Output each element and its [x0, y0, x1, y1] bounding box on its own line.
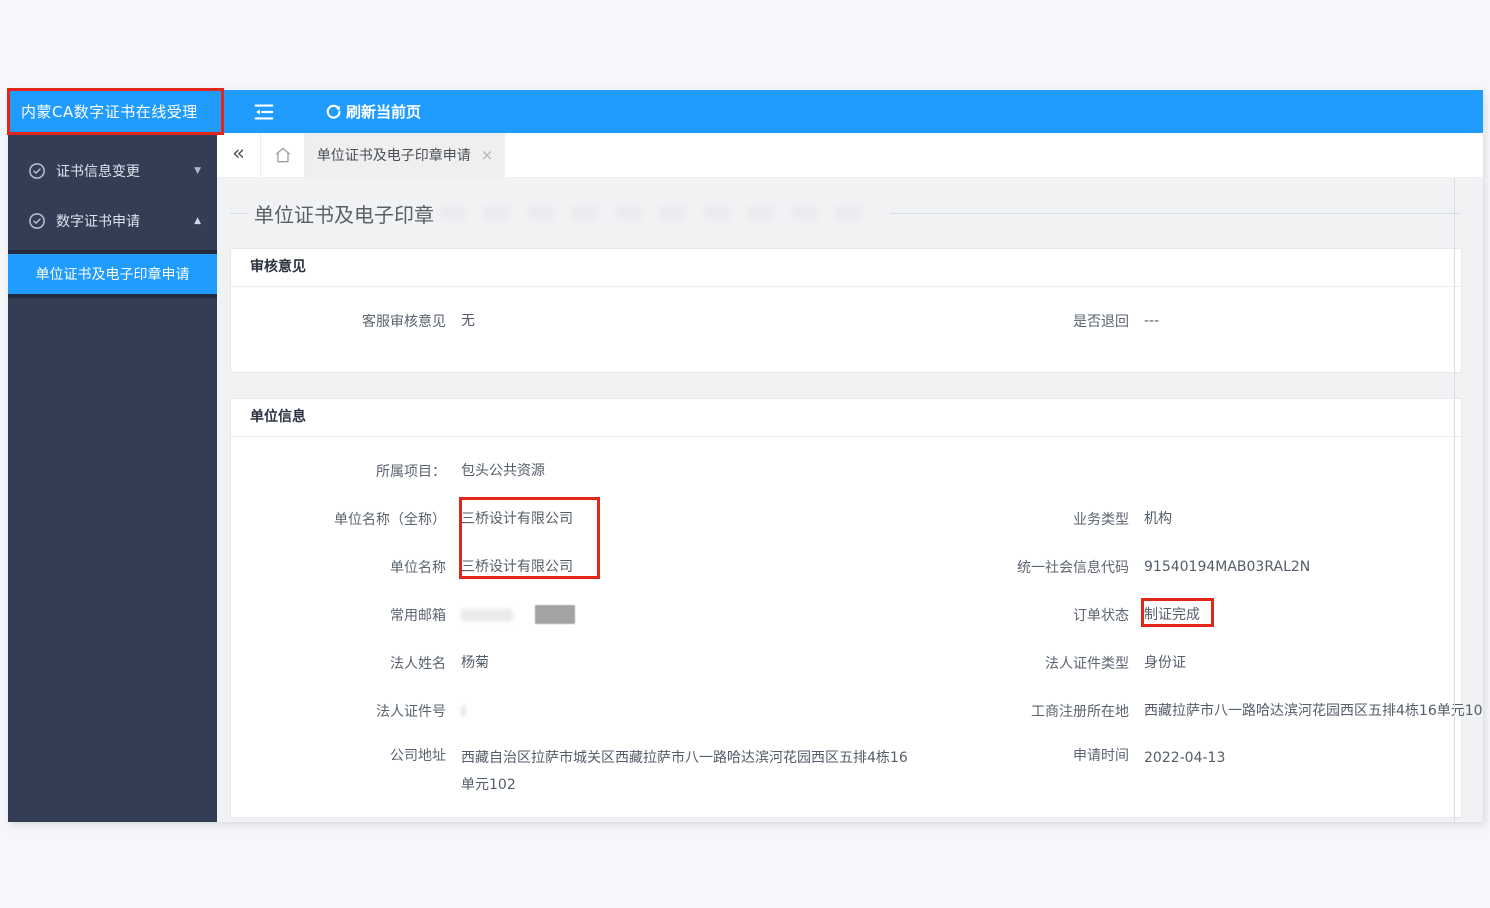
field-row: 单位名称（全称） 三桥设计有限公司 业务类型 机构	[231, 495, 1461, 543]
chevron-down-icon: ▼	[194, 166, 201, 176]
field-row: 公司地址 西藏自治区拉萨市城关区西藏拉萨市八一路哈达滨河花园西区五排4栋16单元…	[231, 735, 1461, 799]
divider-dash	[230, 212, 247, 214]
tabs-back-button[interactable]: «	[217, 133, 261, 177]
sidebar-collapse-icon[interactable]	[253, 101, 275, 123]
tab-label: 单位证书及电子印章申请	[316, 148, 471, 164]
field-label-company-address: 公司地址	[390, 748, 446, 764]
field-value-apply-time: 2022-04-13	[1144, 750, 1226, 766]
card-title: 审核意见	[231, 249, 1461, 287]
home-icon	[275, 147, 290, 163]
field-value-service-opinion: 无	[461, 312, 475, 329]
app-title-text: 内蒙CA数字证书在线受理	[21, 103, 198, 121]
field-value-business-type: 机构	[1144, 510, 1172, 527]
field-label-apply-time: 申请时间	[1073, 748, 1129, 764]
badge-check-icon	[29, 163, 45, 179]
sidebar-submenu: 单位证书及电子印章申请	[8, 250, 217, 298]
field-label-returned: 是否退回	[1073, 314, 1129, 330]
sidebar-item-label: 证书信息变更	[56, 164, 140, 180]
topbar: 刷新当前页	[217, 90, 1483, 133]
field-label-unit-name: 单位名称	[390, 560, 446, 576]
field-label-legal-name: 法人姓名	[390, 656, 446, 672]
content-area: 单位证书及电子印章 审核意见 客服审核意见 无 是否退回 --- 单位信息 所属…	[217, 178, 1483, 822]
tabbar: « 单位证书及电子印章申请 ×	[217, 133, 1483, 178]
field-value-legal-name: 杨菊	[461, 654, 489, 671]
refresh-label: 刷新当前页	[346, 103, 422, 121]
field-label-service-opinion: 客服审核意见	[362, 314, 446, 330]
card-title: 单位信息	[231, 399, 1461, 437]
field-value-order-status: 制证完成	[1144, 606, 1200, 623]
field-value-company-address: 西藏自治区拉萨市城关区西藏拉萨市八一路哈达滨河花园西区五排4栋16单元102	[461, 750, 908, 793]
home-tab-button[interactable]	[261, 133, 305, 177]
double-chevron-left-icon: «	[232, 141, 245, 165]
redacted-email-text	[461, 608, 513, 621]
field-value-legal-id-number	[446, 698, 921, 725]
field-row: 法人姓名 杨菊 法人证件类型 身份证	[231, 639, 1461, 687]
sidebar: 内蒙CA数字证书在线受理 证书信息变更 ▼ 数字证书申请 ▲ 单位证书及电子印章…	[7, 88, 224, 822]
sidebar-item-unit-cert-seal-apply[interactable]: 单位证书及电子印章申请	[8, 254, 217, 294]
field-label-credit-code: 统一社会信息代码	[1017, 560, 1129, 576]
field-row: 法人证件号 工商注册所在地 西藏拉萨市八一路哈达滨河花园西区五排4栋16单元10…	[231, 687, 1483, 735]
field-value-project: 包头公共资源	[461, 462, 545, 479]
sidebar-item-digital-cert-apply[interactable]: 数字证书申请 ▲	[8, 196, 217, 246]
main-area: 刷新当前页 « 单位证书及电子印章申请 × 单位证书及电子印章 审核意见 客服审…	[217, 90, 1483, 822]
field-label-email: 常用邮箱	[390, 608, 446, 624]
tab-unit-cert-seal-apply[interactable]: 单位证书及电子印章申请 ×	[305, 133, 505, 177]
field-value-credit-code: 91540194MAB03RAL2N	[1144, 558, 1311, 575]
review-opinion-card: 审核意见 客服审核意见 无 是否退回 ---	[230, 248, 1462, 373]
redacted-email-block	[535, 605, 575, 624]
refresh-icon	[326, 104, 341, 119]
chevron-up-icon: ▲	[194, 216, 201, 226]
field-label-legal-id-number: 法人证件号	[376, 704, 446, 720]
field-row: 所属项目： 包头公共资源	[231, 447, 1461, 495]
page-title: 单位证书及电子印章	[254, 202, 434, 227]
field-value-legal-id-type: 身份证	[1144, 654, 1186, 671]
field-row: 单位名称 三桥设计有限公司 统一社会信息代码 91540194MAB03RAL2…	[231, 543, 1461, 591]
refresh-page-button[interactable]: 刷新当前页	[325, 101, 421, 122]
field-value-email	[446, 602, 921, 629]
app-title: 内蒙CA数字证书在线受理	[7, 88, 224, 135]
field-label-business-type: 业务类型	[1073, 512, 1129, 528]
field-value-unit-name: 三桥设计有限公司	[461, 558, 573, 575]
field-value-registered-location: 西藏拉萨市八一路哈达滨河花园西区五排4栋16单元102	[1144, 702, 1483, 719]
content-scrollbar[interactable]	[1454, 178, 1455, 822]
app-window: 内蒙CA数字证书在线受理 证书信息变更 ▼ 数字证书申请 ▲ 单位证书及电子印章…	[7, 88, 1483, 822]
redacted-id-text	[461, 705, 466, 716]
sidebar-item-cert-info-change[interactable]: 证书信息变更 ▼	[8, 146, 217, 196]
sidebar-menu: 证书信息变更 ▼ 数字证书申请 ▲ 单位证书及电子印章申请	[8, 133, 217, 298]
sidebar-item-label: 数字证书申请	[56, 214, 140, 230]
field-value-returned: ---	[1144, 312, 1160, 329]
field-value-unit-fullname: 三桥设计有限公司	[461, 510, 573, 527]
field-row: 常用邮箱 订单状态 制证完成	[231, 591, 1461, 639]
field-label-project: 所属项目：	[376, 464, 446, 480]
redacted-heading-text	[440, 206, 880, 220]
field-label-registered-location: 工商注册所在地	[1031, 704, 1129, 720]
divider-line	[890, 212, 1461, 214]
sidebar-subitem-label: 单位证书及电子印章申请	[35, 267, 190, 283]
page-heading: 单位证书及电子印章	[230, 178, 1483, 248]
field-label-unit-fullname: 单位名称（全称）	[334, 512, 446, 528]
badge-check-icon	[29, 213, 45, 229]
field-label-legal-id-type: 法人证件类型	[1045, 656, 1129, 672]
close-icon[interactable]: ×	[481, 146, 494, 164]
field-label-order-status: 订单状态	[1073, 608, 1129, 624]
unit-info-card: 单位信息 所属项目： 包头公共资源 单位名称（全称） 三桥设计有限公司 业务类型…	[230, 398, 1483, 818]
